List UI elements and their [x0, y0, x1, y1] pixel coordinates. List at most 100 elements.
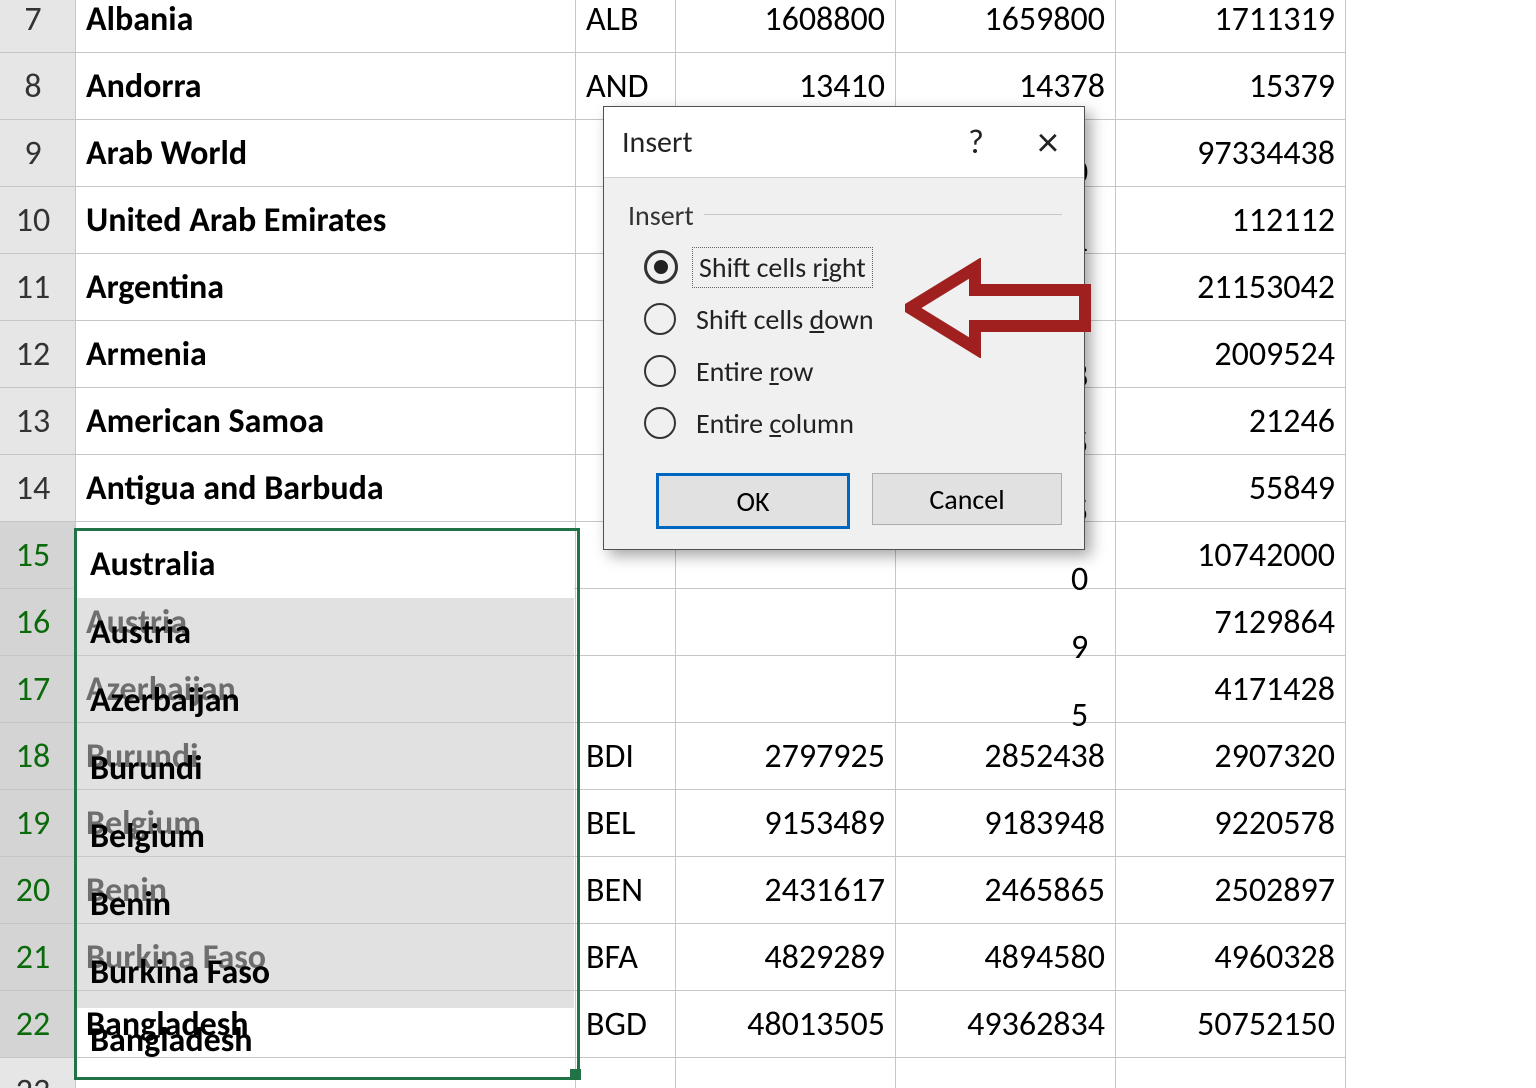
cell-value[interactable]	[676, 589, 896, 656]
cell-value[interactable]: 4171428	[1116, 656, 1346, 723]
row-header[interactable]: 19	[0, 790, 76, 857]
row-header[interactable]: 17	[0, 656, 76, 723]
table-row[interactable]: 19BelgiumBEL915348991839489220578	[0, 790, 1346, 857]
cell-country-name[interactable]: Arab World	[76, 120, 576, 187]
row-header[interactable]: 13	[0, 388, 76, 455]
cell-value[interactable]: 4829289	[676, 924, 896, 991]
table-row[interactable]: 21Burkina FasoBFA482928948945804960328	[0, 924, 1346, 991]
option-label: Entire row	[690, 352, 819, 391]
close-button[interactable]: ×	[1012, 117, 1084, 168]
radio-icon	[644, 407, 676, 439]
table-row[interactable]: 20BeninBEN243161724658652502897	[0, 857, 1346, 924]
option-shift-cells-down[interactable]: Shift cells down	[644, 293, 1084, 345]
cell-country-name[interactable]: Burundi	[76, 723, 576, 790]
cell-country-name[interactable]: Albania	[76, 0, 576, 53]
cell-country-code[interactable]: BFA	[576, 924, 676, 991]
row-header[interactable]: 7	[0, 0, 76, 53]
cell-country-name[interactable]: Antigua and Barbuda	[76, 455, 576, 522]
cell-country-code[interactable]: BDI	[576, 723, 676, 790]
cell-country-code[interactable]	[576, 656, 676, 723]
option-shift-cells-right[interactable]: Shift cells right	[644, 241, 1084, 293]
table-row[interactable]: 18BurundiBDI279792528524382907320	[0, 723, 1346, 790]
cell-country-code[interactable]	[576, 589, 676, 656]
cell-value[interactable]: 4960328	[1116, 924, 1346, 991]
option-entire-row[interactable]: Entire row	[644, 345, 1084, 397]
cell-value[interactable]: 2431617	[676, 857, 896, 924]
cell-country-name[interactable]: Australia	[76, 522, 576, 589]
row-header[interactable]: 11	[0, 254, 76, 321]
table-row[interactable]: 17Azerbaijan 4171428	[0, 656, 1346, 723]
cell-value[interactable]	[676, 656, 896, 723]
cell-value[interactable]: 9220578	[1116, 790, 1346, 857]
cell-country-name[interactable]: United Arab Emirates	[76, 187, 576, 254]
cell-country-name[interactable]: Azerbaijan	[76, 656, 576, 723]
row-header[interactable]: 12	[0, 321, 76, 388]
cell-country-name[interactable]: Benin	[76, 857, 576, 924]
table-row[interactable]: 22BangladeshBGD480135054936283450752150	[0, 991, 1346, 1058]
cell-country-code[interactable]: BEN	[576, 857, 676, 924]
cell-value[interactable]: 1608800	[676, 0, 896, 53]
row-header[interactable]: 22	[0, 991, 76, 1058]
row-header[interactable]: 14	[0, 455, 76, 522]
option-entire-column[interactable]: Entire column	[644, 397, 1084, 449]
cell-value[interactable]: 15379	[1116, 53, 1346, 120]
cell-value[interactable]: 1659800	[896, 0, 1116, 53]
row-header[interactable]: 15	[0, 522, 76, 589]
cell-value[interactable]: 2907320	[1116, 723, 1346, 790]
cell-value[interactable]: 49362834	[896, 991, 1116, 1058]
cell-value[interactable]: 2502897	[1116, 857, 1346, 924]
cell[interactable]	[896, 1058, 1116, 1088]
cell-country-name[interactable]: Argentina	[76, 254, 576, 321]
cell-country-name[interactable]: American Samoa	[76, 388, 576, 455]
row-header[interactable]: 9	[0, 120, 76, 187]
cell-country-code[interactable]: BGD	[576, 991, 676, 1058]
cell-value[interactable]: 7129864	[1116, 589, 1346, 656]
row-header[interactable]: 23	[0, 1058, 76, 1088]
cell-value[interactable]: 21246	[1116, 388, 1346, 455]
table-row[interactable]: 7AlbaniaALB160880016598001711319	[0, 0, 1346, 53]
cell-value[interactable]: 50752150	[1116, 991, 1346, 1058]
row-header[interactable]: 8	[0, 53, 76, 120]
table-row[interactable]: 23	[0, 1058, 1346, 1088]
cell-value[interactable]: 9183948	[896, 790, 1116, 857]
cell[interactable]	[76, 1058, 576, 1088]
ok-button[interactable]: OK	[656, 473, 850, 529]
radio-icon	[644, 250, 678, 284]
cell[interactable]	[576, 1058, 676, 1088]
cell[interactable]	[1116, 1058, 1346, 1088]
cell[interactable]	[676, 1058, 896, 1088]
cell-country-name[interactable]: Burkina Faso	[76, 924, 576, 991]
cell-value[interactable]: 97334438	[1116, 120, 1346, 187]
help-button[interactable]: ?	[940, 122, 1012, 163]
cell-country-name[interactable]: Belgium	[76, 790, 576, 857]
radio-icon	[644, 355, 676, 387]
cell-value[interactable]: 10742000	[1116, 522, 1346, 589]
row-header[interactable]: 18	[0, 723, 76, 790]
cell-value[interactable]: 2797925	[676, 723, 896, 790]
row-header[interactable]: 10	[0, 187, 76, 254]
row-header[interactable]: 16	[0, 589, 76, 656]
cell-value[interactable]: 9153489	[676, 790, 896, 857]
selection-handle[interactable]	[570, 1069, 581, 1080]
row-header[interactable]: 21	[0, 924, 76, 991]
cell-country-name[interactable]: Austria	[76, 589, 576, 656]
row-header[interactable]: 20	[0, 857, 76, 924]
peek-digit: 5	[1071, 695, 1088, 736]
cell-value[interactable]: 2009524	[1116, 321, 1346, 388]
cell-country-name[interactable]: Andorra	[76, 53, 576, 120]
cancel-button[interactable]: Cancel	[872, 473, 1062, 525]
group-label: Insert	[604, 178, 1084, 241]
cell-country-code[interactable]: ALB	[576, 0, 676, 53]
cell-value[interactable]: 1711319	[1116, 0, 1346, 53]
cell-value[interactable]: 2465865	[896, 857, 1116, 924]
cell-country-name[interactable]: Bangladesh	[76, 991, 576, 1058]
cell-value[interactable]: 55849	[1116, 455, 1346, 522]
cell-country-name[interactable]: Armenia	[76, 321, 576, 388]
cell-value[interactable]: 4894580	[896, 924, 1116, 991]
dialog-titlebar[interactable]: Insert ? ×	[604, 107, 1084, 178]
cell-value[interactable]: 21153042	[1116, 254, 1346, 321]
cell-country-code[interactable]: BEL	[576, 790, 676, 857]
cell-value[interactable]: 48013505	[676, 991, 896, 1058]
cell-value[interactable]: 112112	[1116, 187, 1346, 254]
table-row[interactable]: 16Austria 7129864	[0, 589, 1346, 656]
